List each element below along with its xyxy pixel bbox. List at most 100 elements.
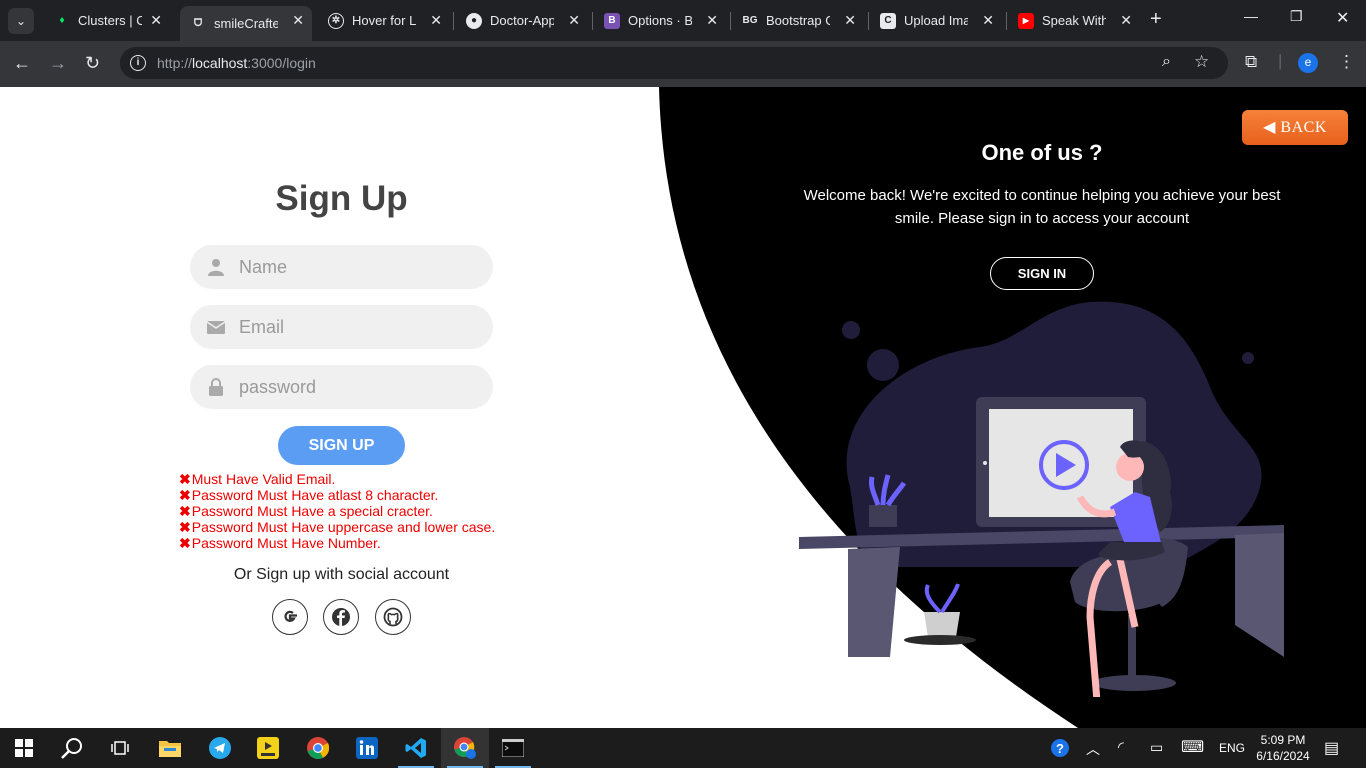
vscode-button[interactable] [392, 728, 440, 768]
tab-search-button[interactable]: ⌄ [8, 8, 34, 34]
github-signup-button[interactable] [375, 599, 411, 635]
c-icon: C [880, 12, 896, 29]
extensions-icon[interactable]: ⧉ [1245, 52, 1257, 72]
notifications-icon[interactable]: ▤ [1324, 738, 1339, 758]
password-field[interactable] [190, 365, 493, 409]
url-text[interactable]: http://localhost:3000/login [157, 55, 316, 71]
zoom-icon[interactable]: ⌕ [1162, 53, 1171, 71]
browser-toolbar: ← → ↻ i http://localhost:3000/login ⌕ ☆ … [0, 41, 1366, 87]
tab-separator [453, 12, 454, 30]
bg-icon: BG [742, 15, 758, 26]
tab-separator [730, 12, 731, 30]
close-tab-icon[interactable]: ✕ [982, 12, 994, 29]
search-button[interactable] [48, 728, 96, 768]
back-button[interactable]: ◀ BACK [1242, 110, 1348, 145]
error-x-icon: ✖ [179, 535, 191, 551]
address-bar[interactable]: i http://localhost:3000/login ⌕ ☆ [120, 47, 1228, 79]
linkedin-button[interactable] [343, 728, 391, 768]
error-message: ✖Must Have Valid Email. [179, 471, 336, 487]
back-triangle-icon: ◀ [1263, 119, 1276, 136]
svg-text:?: ? [1056, 741, 1064, 756]
email-input[interactable] [239, 313, 479, 341]
more-menu-icon[interactable]: ⋮ [1338, 52, 1355, 72]
chrome-button[interactable] [294, 728, 342, 768]
error-message: ✖Password Must Have atlast 8 character. [179, 487, 439, 503]
login-page: Sign Up SIGN UP ✖Must Have Valid Email. … [0, 87, 1366, 728]
close-tab-icon[interactable]: ✕ [844, 12, 856, 29]
telegram-icon [209, 737, 231, 759]
signup-button[interactable]: SIGN UP [278, 426, 405, 465]
close-tab-icon[interactable]: ✕ [430, 12, 442, 29]
google-signup-button[interactable] [272, 599, 308, 635]
validation-errors: ✖Must Have Valid Email. ✖Password Must H… [179, 471, 495, 551]
tab-smilecrafted[interactable]: ᗜ smileCrafted ✕ [180, 6, 312, 41]
error-x-icon: ✖ [179, 519, 191, 535]
bootstrap-icon: B [604, 12, 620, 29]
signup-title: Sign Up [275, 179, 408, 218]
chrome-icon [307, 737, 329, 759]
error-message: ✖Password Must Have a special cracter. [179, 503, 433, 519]
toolbar-divider: | [1278, 51, 1283, 70]
tooth-icon: ᗜ [193, 18, 203, 29]
player-button[interactable] [244, 728, 292, 768]
video-call-illustration [799, 301, 1284, 697]
telegram-button[interactable] [196, 728, 244, 768]
name-field[interactable] [190, 245, 493, 289]
clock[interactable]: 5:09 PM 6/16/2024 [1255, 732, 1311, 764]
close-tab-icon[interactable]: ✕ [292, 12, 304, 29]
google-icon [284, 610, 297, 622]
profile-avatar[interactable]: e [1298, 53, 1318, 73]
lock-icon [209, 378, 223, 396]
tab-hover[interactable]: ✲ Hover for Lo ✕ [318, 6, 450, 35]
restore-icon[interactable]: ❐ [1290, 8, 1303, 25]
back-arrow-icon[interactable]: ← [13, 53, 31, 74]
language-indicator[interactable]: ENG [1219, 741, 1245, 755]
error-message: ✖Password Must Have Number. [179, 535, 381, 551]
tray-chevron-up-icon[interactable]: ︿ [1086, 739, 1100, 759]
social-signup-text: Or Sign up with social account [233, 566, 450, 583]
close-window-icon[interactable]: ✕ [1336, 8, 1349, 28]
battery-icon[interactable]: ▭ [1150, 739, 1163, 756]
keyboard-icon[interactable]: ⌨ [1181, 737, 1204, 757]
error-x-icon: ✖ [179, 471, 191, 487]
media-player-icon [257, 737, 279, 759]
name-input[interactable] [239, 253, 479, 281]
password-input[interactable] [239, 373, 479, 401]
terminal-button[interactable] [489, 728, 537, 768]
site-info-icon[interactable]: i [130, 55, 146, 71]
windows-logo-icon [15, 739, 33, 757]
tab-bootstrap-ga[interactable]: BG Bootstrap Ga ✕ [732, 6, 864, 35]
chrome-profile-button[interactable] [441, 728, 489, 768]
start-button[interactable] [0, 728, 48, 768]
facebook-signup-button[interactable] [323, 599, 359, 635]
minimize-icon[interactable]: — [1244, 8, 1258, 24]
close-tab-icon[interactable]: ✕ [1120, 12, 1132, 29]
tab-separator [592, 12, 593, 30]
file-explorer-button[interactable] [146, 728, 194, 768]
tab-clusters[interactable]: ♦ Clusters | Clo ✕ [44, 6, 170, 35]
reload-icon[interactable]: ↻ [85, 53, 100, 74]
chrome-profile-icon [454, 737, 476, 759]
tab-doctor-appo[interactable]: ● Doctor-Appo ✕ [456, 6, 588, 35]
linkedin-icon [356, 737, 378, 759]
new-tab-plus-icon[interactable]: + [1150, 8, 1162, 31]
tab-speak-with[interactable]: ▶ Speak With I ✕ [1008, 6, 1140, 35]
vscode-icon [405, 738, 426, 758]
wifi-icon[interactable]: ◜ [1118, 738, 1124, 756]
task-view-button[interactable] [96, 728, 144, 768]
task-view-icon [111, 741, 129, 755]
close-tab-icon[interactable]: ✕ [568, 12, 580, 29]
forward-arrow-icon[interactable]: → [49, 53, 67, 74]
panel-heading: One of us ? [981, 140, 1103, 165]
signin-button[interactable]: SIGN IN [990, 257, 1094, 290]
email-field[interactable] [190, 305, 493, 349]
tab-upload-image[interactable]: C Upload Imag ✕ [870, 6, 1002, 35]
help-icon[interactable]: ? [1050, 738, 1072, 763]
close-tab-icon[interactable]: ✕ [706, 12, 718, 29]
error-x-icon: ✖ [179, 503, 191, 519]
browser-tab-bar: ⌄ ♦ Clusters | Clo ✕ ᗜ smileCrafted ✕ ✲ … [0, 0, 1366, 41]
tab-options[interactable]: B Options · Bo ✕ [594, 6, 726, 35]
bookmark-star-icon[interactable]: ☆ [1194, 52, 1209, 72]
close-tab-icon[interactable]: ✕ [150, 12, 162, 29]
youtube-icon: ▶ [1018, 12, 1034, 29]
